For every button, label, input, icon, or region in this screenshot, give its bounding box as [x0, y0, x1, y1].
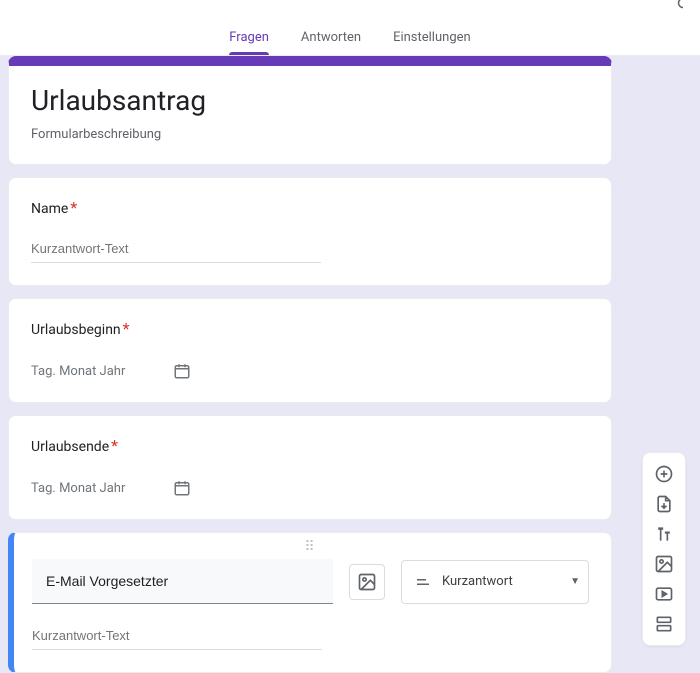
- question-title-input[interactable]: [32, 559, 333, 604]
- short-answer-input[interactable]: [32, 626, 322, 650]
- question-label: Urlaubsbeginn: [31, 322, 121, 338]
- top-tabs-bar: Fragen Antworten Einstellungen: [0, 0, 700, 56]
- form-description[interactable]: Formularbeschreibung: [31, 127, 589, 142]
- drag-handle-icon[interactable]: ⠿: [32, 539, 589, 555]
- question-email-card-active[interactable]: ⠿ Kurzantwort ▼: [8, 532, 612, 673]
- short-answer-icon: [414, 573, 432, 591]
- required-asterisk: *: [111, 436, 118, 455]
- date-placeholder: Tag. Monat Jahr: [31, 481, 125, 496]
- question-start-date-card[interactable]: Urlaubsbeginn* Tag. Monat Jahr: [8, 298, 612, 403]
- tab-answers[interactable]: Antworten: [301, 30, 361, 55]
- add-video-button[interactable]: [646, 579, 682, 609]
- question-type-select[interactable]: Kurzantwort ▼: [401, 560, 589, 604]
- add-title-button[interactable]: [646, 519, 682, 549]
- type-label: Kurzantwort: [442, 574, 560, 589]
- top-right-icon[interactable]: [674, 0, 692, 12]
- question-name-card[interactable]: Name*: [8, 177, 612, 286]
- add-section-button[interactable]: [646, 609, 682, 639]
- form-title[interactable]: Urlaubsantrag: [31, 84, 589, 117]
- short-answer-input[interactable]: [31, 239, 321, 263]
- add-image-button[interactable]: [349, 564, 385, 600]
- question-label: Name: [31, 201, 68, 217]
- calendar-icon: [173, 479, 191, 497]
- calendar-icon: [173, 362, 191, 380]
- question-end-date-card[interactable]: Urlaubsende* Tag. Monat Jahr: [8, 415, 612, 520]
- add-question-button[interactable]: [646, 459, 682, 489]
- question-label: Urlaubsende: [31, 439, 109, 455]
- form-header-card[interactable]: Urlaubsantrag Formularbeschreibung: [8, 56, 612, 165]
- tab-settings[interactable]: Einstellungen: [393, 30, 471, 55]
- required-asterisk: *: [123, 319, 130, 338]
- required-asterisk: *: [70, 198, 77, 217]
- add-image-toolbar-button[interactable]: [646, 549, 682, 579]
- import-questions-button[interactable]: [646, 489, 682, 519]
- tab-questions[interactable]: Fragen: [229, 30, 269, 55]
- dropdown-arrow-icon: ▼: [570, 576, 580, 587]
- date-placeholder: Tag. Monat Jahr: [31, 364, 125, 379]
- side-toolbar: [642, 452, 686, 646]
